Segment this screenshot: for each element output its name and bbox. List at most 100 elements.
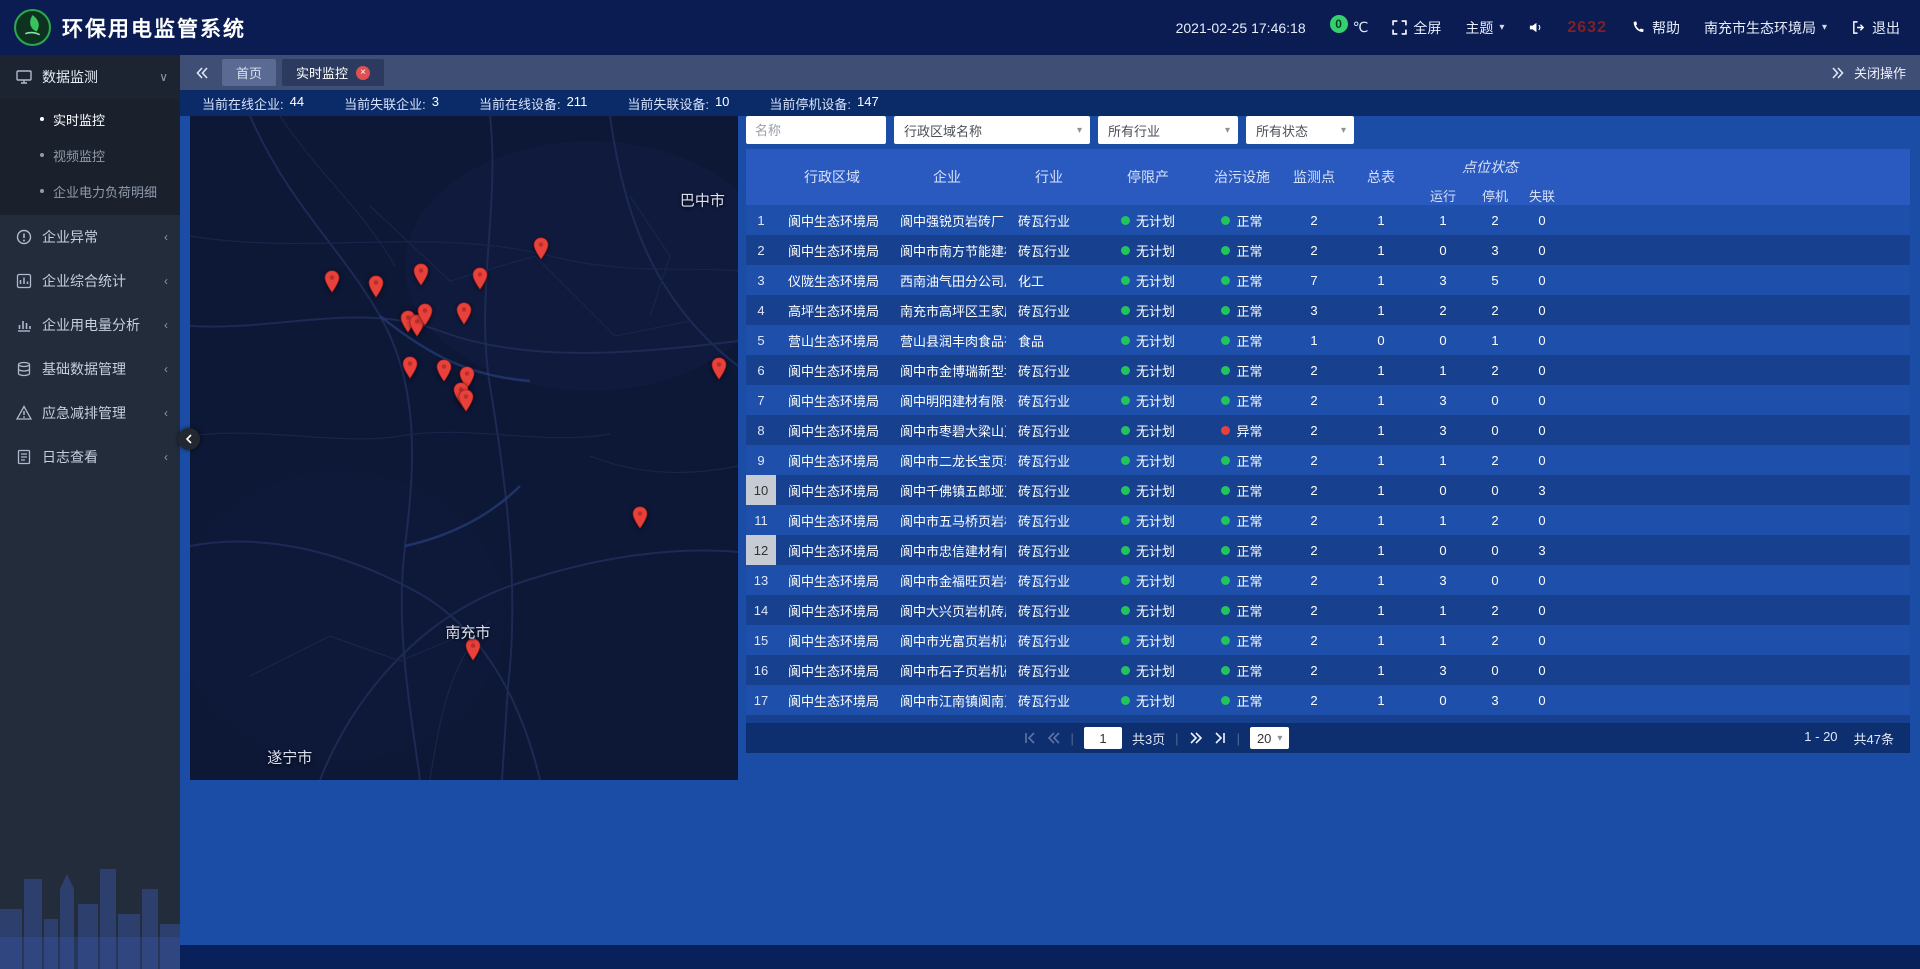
next-page-button[interactable] <box>1189 731 1203 745</box>
table-row[interactable]: 3仪陇生态环境局西南油气田分公司川中化工无计划正常71350 <box>746 265 1910 295</box>
stat-item: 当前失联企业: 3 <box>344 94 439 113</box>
fullscreen-button[interactable]: 全屏 <box>1392 18 1441 38</box>
page-number-input[interactable] <box>1084 727 1122 749</box>
close-operations-button[interactable]: 关闭操作 <box>1854 63 1906 82</box>
status-dot-icon <box>1221 276 1230 285</box>
map-roads <box>190 116 738 780</box>
table-row[interactable]: 7阆中生态环境局阆中明阳建材有限公司砖瓦行业无计划正常21300 <box>746 385 1910 415</box>
cell-monitor-points: 2 <box>1280 715 1348 723</box>
page-size-select[interactable]: 20 ▾ <box>1250 727 1290 749</box>
table-row[interactable]: 12阆中生态环境局阆中市忠信建材有限公砖瓦行业无计划正常21003 <box>746 535 1910 565</box>
last-page-button[interactable] <box>1213 731 1227 745</box>
cell-stopped: 2 <box>1472 295 1518 325</box>
sidebar-item-company-statistics[interactable]: 企业综合统计 ‹ <box>0 259 180 303</box>
cell-index: 4 <box>746 295 776 325</box>
map-canvas[interactable]: 巴中市南充市遂宁市 <box>190 116 738 780</box>
map-pin[interactable] <box>632 506 648 529</box>
tab-home[interactable]: 首页 <box>222 59 276 86</box>
map-pin[interactable] <box>533 237 549 260</box>
logout-button[interactable]: 退出 <box>1851 18 1900 38</box>
map-pin[interactable] <box>456 302 472 325</box>
cell-region: 南部生态环境局 <box>776 715 888 723</box>
cell-running: 3 <box>1414 565 1472 595</box>
map-pin[interactable] <box>472 267 488 290</box>
status-filter-select[interactable]: 所有状态 ▾ <box>1246 116 1354 144</box>
table-row[interactable]: 2阆中生态环境局阆中市南方节能建材有砖瓦行业无计划正常21030 <box>746 235 1910 265</box>
cell-company: 阆中市枣碧大梁山页岩 <box>888 415 1006 445</box>
sidebar-subitem-realtime-monitoring[interactable]: 实时监控 <box>0 101 180 137</box>
status-dot-icon <box>1221 246 1230 255</box>
bullet-icon <box>40 153 44 157</box>
cell-company: 阆中市金博瑞新型墙材 <box>888 355 1006 385</box>
table-row[interactable]: 16阆中生态环境局阆中市石子页岩机砖厂砖瓦行业无计划正常21300 <box>746 655 1910 685</box>
table-row[interactable]: 1阆中生态环境局阆中强锐页岩砖厂砖瓦行业无计划正常21120 <box>746 205 1910 235</box>
table-row[interactable]: 8阆中生态环境局阆中市枣碧大梁山页岩砖瓦行业无计划异常21300 <box>746 415 1910 445</box>
first-page-button[interactable] <box>1023 731 1037 745</box>
status-dot-icon <box>1221 546 1230 555</box>
speaker-button[interactable] <box>1528 20 1543 35</box>
map-pin[interactable] <box>324 270 340 293</box>
map-pin[interactable] <box>402 356 418 379</box>
bullet-icon <box>40 189 44 193</box>
map-pin[interactable] <box>711 357 727 380</box>
cell-pollution-facility: 正常 <box>1204 595 1280 625</box>
filter-bar: 行政区域名称 ▾ 所有行业 ▾ 所有状态 ▾ <box>746 116 1910 144</box>
cell-company: 阆中千佛镇五郎垭页岩 <box>888 475 1006 505</box>
name-filter-input[interactable] <box>746 116 886 144</box>
cell-total-meter: 1 <box>1348 565 1414 595</box>
map-pin[interactable] <box>368 275 384 298</box>
map-pin[interactable] <box>417 303 433 326</box>
header-actions: 2021-02-25 17:46:18 0 ℃ 全屏 主题 ▾ 2632 帮助 <box>1176 18 1900 38</box>
cell-filler <box>1566 505 1910 535</box>
tab-realtime-monitoring[interactable]: 实时监控 × <box>282 59 384 86</box>
sidebar-item-power-analysis[interactable]: 企业用电量分析 ‹ <box>0 303 180 347</box>
sidebar-item-data-monitoring[interactable]: 数据监测 ∨ <box>0 55 180 99</box>
table-row[interactable]: 5营山生态环境局营山县润丰肉食品有限食品无计划正常10010 <box>746 325 1910 355</box>
cell-industry: 砖瓦行业 <box>1006 475 1092 505</box>
table-row[interactable]: 15阆中生态环境局阆中市光富页岩机砖厂砖瓦行业无计划正常21120 <box>746 625 1910 655</box>
industry-filter-select[interactable]: 所有行业 ▾ <box>1098 116 1238 144</box>
emergency-icon <box>16 405 32 421</box>
help-button[interactable]: 帮助 <box>1631 18 1680 38</box>
content-area: 首页 实时监控 × 关闭操作 当前在线企业: 44 当前失联企业: 3 当前在线… <box>180 55 1920 969</box>
table-row[interactable]: 10阆中生态环境局阆中千佛镇五郎垭页岩砖瓦行业无计划正常21003 <box>746 475 1910 505</box>
theme-dropdown[interactable]: 主题 ▾ <box>1465 18 1504 38</box>
sidebar-menu: 数据监测 ∨ 实时监控 视频监控 企业电力负荷明细 企业异常 ‹ 企业综合统计 … <box>0 55 180 479</box>
collapse-panel-button[interactable] <box>178 428 200 450</box>
prev-page-button[interactable] <box>1047 731 1061 745</box>
sidebar-subitem-power-load-detail[interactable]: 企业电力负荷明细 <box>0 173 180 209</box>
sidebar-subitem-video-monitoring[interactable]: 视频监控 <box>0 137 180 173</box>
map-pin[interactable] <box>413 263 429 286</box>
chevron-icon: ‹ <box>164 362 168 376</box>
cell-running: 3 <box>1414 655 1472 685</box>
table-row[interactable]: 4高坪生态环境局南充市高坪区王家店建砖瓦行业无计划正常31220 <box>746 295 1910 325</box>
datetime-label: 2021-02-25 17:46:18 <box>1176 20 1306 36</box>
table-row[interactable]: 13阆中生态环境局阆中市金福旺页岩机砖砖瓦行业无计划正常21300 <box>746 565 1910 595</box>
region-filter-select[interactable]: 行政区域名称 ▾ <box>894 116 1090 144</box>
sidebar-item-base-data[interactable]: 基础数据管理 ‹ <box>0 347 180 391</box>
tabs-scroll-right-icon[interactable] <box>1830 65 1846 81</box>
speaker-icon <box>1528 20 1543 35</box>
table-row[interactable]: 9阆中生态环境局阆中市二龙长宝页岩砖砖瓦行业无计划正常21120 <box>746 445 1910 475</box>
table-row[interactable]: 6阆中生态环境局阆中市金博瑞新型墙材砖瓦行业无计划正常21120 <box>746 355 1910 385</box>
table-row[interactable]: 14阆中生态环境局阆中大兴页岩机砖厂砖瓦行业无计划正常21120 <box>746 595 1910 625</box>
sidebar-item-emergency-reduction[interactable]: 应急减排管理 ‹ <box>0 391 180 435</box>
sidebar-item-company-abnormal[interactable]: 企业异常 ‹ <box>0 215 180 259</box>
cell-production-limit: 无计划 <box>1092 235 1204 265</box>
status-dot-icon <box>1221 666 1230 675</box>
org-dropdown[interactable]: 南充市生态环境局 ▾ <box>1704 18 1827 38</box>
status-dot-icon <box>1121 456 1130 465</box>
table-row[interactable]: 11阆中生态环境局阆中市五马桥页岩机砖砖瓦行业无计划正常21120 <box>746 505 1910 535</box>
table-row[interactable]: 18南部生态环境局南部县建兴页岩砖厂有砖瓦行业无计划正常21030 <box>746 715 1910 723</box>
cell-running: 0 <box>1414 715 1472 723</box>
footer-strip <box>180 945 1920 969</box>
map-pin[interactable] <box>436 359 452 382</box>
bullet-icon <box>40 117 44 121</box>
sidebar-item-log-view[interactable]: 日志查看 ‹ <box>0 435 180 479</box>
close-tab-icon[interactable]: × <box>356 66 370 80</box>
table-row[interactable]: 17阆中生态环境局阆中市江南镇阆南页岩砖瓦行业无计划正常21030 <box>746 685 1910 715</box>
map-pin[interactable] <box>458 389 474 412</box>
power-analysis-icon <box>16 317 32 333</box>
cell-production-limit: 无计划 <box>1092 505 1204 535</box>
tabs-scroll-left-icon[interactable] <box>194 65 210 81</box>
